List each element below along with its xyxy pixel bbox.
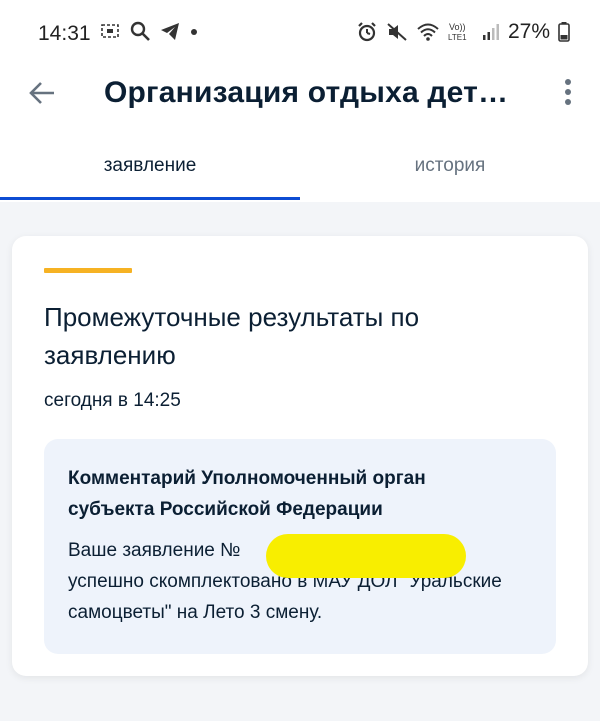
status-card: Промежуточные результаты по заявлению се… bbox=[12, 236, 588, 676]
tab-application[interactable]: заявление bbox=[0, 140, 300, 200]
card-title: Промежуточные результаты по заявлению bbox=[44, 302, 420, 370]
dot-icon bbox=[189, 20, 199, 42]
status-right-icons: Vo)) LTE1 27% bbox=[356, 20, 570, 44]
comment-text-start: Ваше заявление № bbox=[68, 540, 241, 561]
redaction-mark bbox=[266, 534, 466, 578]
status-bar: 14:31 Vo)) LTE1 27% bbox=[0, 0, 600, 64]
active-tab-indicator bbox=[0, 197, 300, 200]
search-icon bbox=[129, 20, 151, 42]
back-arrow-icon[interactable] bbox=[26, 76, 60, 110]
comment-text-rest: успешно скомплектовано в МАУ ДОЛ "Уральс… bbox=[68, 571, 502, 623]
svg-text:LTE1: LTE1 bbox=[448, 33, 467, 42]
svg-text:Vo)): Vo)) bbox=[449, 22, 466, 32]
comment-box: Комментарий Уполномоченный орган субъект… bbox=[44, 439, 556, 654]
status-left-icons bbox=[99, 20, 199, 42]
tab-bar: заявление история bbox=[0, 140, 600, 202]
volte-icon: Vo)) LTE1 bbox=[448, 21, 474, 43]
app-bar: Организация отдыха дет… bbox=[0, 64, 600, 124]
comment-title: Комментарий Уполномоченный орган субъект… bbox=[68, 468, 426, 520]
status-accent-bar bbox=[44, 268, 132, 273]
mute-icon bbox=[386, 21, 408, 43]
card-date: сегодня в 14:25 bbox=[44, 390, 181, 411]
signal-icon bbox=[482, 21, 500, 43]
battery-level: 27% bbox=[507, 20, 550, 43]
telegram-icon bbox=[159, 20, 181, 42]
tab-history[interactable]: история bbox=[300, 140, 600, 200]
page-title: Организация отдыха дет… bbox=[104, 76, 509, 109]
top-area: 14:31 Vo)) LTE1 27% Организация отдыха д… bbox=[0, 0, 600, 202]
status-time: 14:31 bbox=[38, 22, 91, 45]
screenshot-icon bbox=[99, 20, 121, 42]
wifi-icon bbox=[416, 21, 440, 43]
alarm-icon bbox=[356, 21, 378, 43]
more-options-icon[interactable] bbox=[556, 76, 580, 112]
battery-icon bbox=[558, 21, 570, 43]
